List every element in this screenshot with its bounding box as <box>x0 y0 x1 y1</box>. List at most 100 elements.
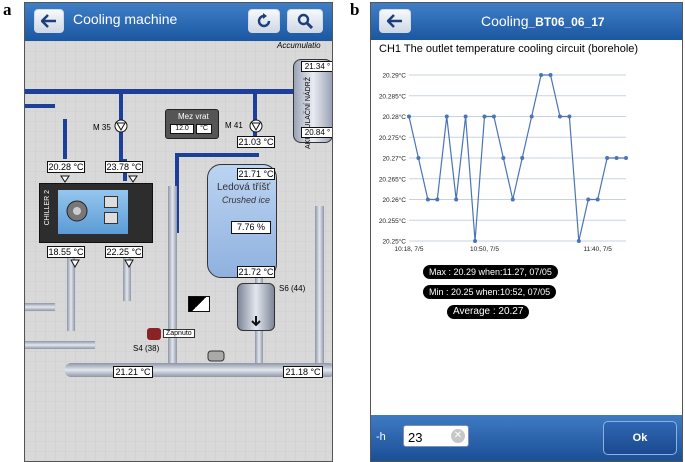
clear-icon[interactable]: ✕ <box>451 429 465 443</box>
pipe-to-tank <box>175 153 259 157</box>
setpoint-panel[interactable]: Mez vrat 12.0 °C <box>165 109 219 139</box>
data-point <box>576 239 581 243</box>
refresh-icon <box>257 13 271 28</box>
x-tick-label: 10:50, 7/5 <box>470 246 499 253</box>
pump-m35-icon[interactable] <box>114 119 128 133</box>
data-point <box>520 156 525 160</box>
chart-page-title: Cooling_BT06_06_17 <box>481 13 605 29</box>
data-point <box>605 156 610 160</box>
data-point <box>473 239 478 243</box>
setpoint-value: 12.0 <box>170 124 194 134</box>
data-point <box>416 156 421 160</box>
tank-label: AKUMULAČNÍ NÁDRŽ <box>305 77 312 149</box>
data-point <box>444 114 449 119</box>
x-tick-label: 11:40, 7/5 <box>583 246 612 253</box>
y-tick-label: 20.28°C <box>382 113 406 121</box>
ice-tank-title: Ledová tříšť <box>217 182 271 193</box>
data-point <box>454 197 459 202</box>
temp-21-72: 21.72 °C <box>237 266 275 278</box>
hours-label: -h <box>376 431 386 443</box>
temp-18-55: 18.55 °C <box>47 246 85 258</box>
y-tick-label: 20.27°C <box>382 155 406 163</box>
gray-pipe-3 <box>25 303 55 311</box>
back-button[interactable] <box>34 9 64 33</box>
data-point <box>586 197 591 202</box>
data-point <box>510 197 515 202</box>
gray-pipe-7 <box>315 206 324 376</box>
search-icon <box>297 13 313 29</box>
panel-label-b: b <box>350 0 360 19</box>
stat-min: Min : 20.25 when:10:52, 07/05 <box>423 285 557 299</box>
data-point <box>557 114 562 119</box>
stat-max: Max : 20.29 when:11.27, 07/05 <box>423 265 558 279</box>
gray-pipe-4 <box>25 341 95 349</box>
pump-m41-icon[interactable] <box>249 119 263 133</box>
tank-bottom-temp: 20.84 ° <box>301 127 332 138</box>
refresh-button[interactable] <box>248 9 280 33</box>
tank-top-temp: 21.34 ° <box>301 61 332 72</box>
header-bar: Cooling machine <box>25 3 332 41</box>
hours-input[interactable] <box>406 427 454 447</box>
temperature-line-chart: 20.29°C 20.285°C 20.28°C 20.275°C 20.27°C 20.… <box>379 72 628 253</box>
chiller-label: CHILLER 2 <box>44 190 51 226</box>
data-point <box>567 114 572 119</box>
pump-m41-label: M 41 <box>225 121 243 130</box>
data-point <box>435 197 440 202</box>
data-point <box>501 156 506 160</box>
y-tick-label: 20.265°C <box>379 175 406 183</box>
valve-down-arrow-icon <box>251 316 261 327</box>
data-point <box>407 114 411 119</box>
temp-20-28: 20.28 °C <box>47 161 85 173</box>
y-tick-label: 20.25°C <box>382 238 406 246</box>
status-badge: Zapnuto <box>163 329 195 338</box>
data-point <box>529 114 534 119</box>
chiller-switch-2 <box>104 212 118 224</box>
temp-21-21: 21.21 °C <box>113 366 153 378</box>
valve-actuator-icon[interactable] <box>188 296 210 312</box>
temp-21-18: 21.18 °C <box>283 366 323 378</box>
ice-level-percent: 7.76 % <box>231 221 271 234</box>
history-chart-screen: Cooling_BT06_06_17 CH1 The outlet temper… <box>370 2 683 462</box>
data-point <box>624 156 628 160</box>
sensor-s6-label: S6 (44) <box>279 284 306 293</box>
pipe-m41 <box>253 89 257 143</box>
chiller-unit[interactable]: CHILLER 2 <box>39 183 153 243</box>
data-point <box>614 156 619 160</box>
data-point <box>463 114 468 119</box>
data-point <box>491 114 496 119</box>
back-button-b[interactable] <box>379 9 411 33</box>
gray-pipe-5 <box>168 186 177 376</box>
process-diagram: Accumulatio 21.34 ° AKUMULAČNÍ NÁDRŽ 20.… <box>25 41 332 461</box>
pipe-left-stub <box>25 104 55 108</box>
y-tick-label: 20.255°C <box>379 217 406 225</box>
ok-button[interactable]: Ok <box>603 421 677 455</box>
panel-label-a: a <box>3 0 12 19</box>
sensor-s4-icon <box>147 328 161 340</box>
temp-21-71: 21.71 °C <box>237 168 275 180</box>
chart-title: CH1 The outlet temperature cooling circu… <box>379 43 639 55</box>
y-tick-label: 20.275°C <box>379 134 406 142</box>
accumulation-label: Accumulatio <box>277 41 321 50</box>
pump-m35-label: M 35 <box>93 123 111 132</box>
data-point <box>548 73 553 77</box>
hours-input-box[interactable]: ✕ <box>403 425 469 447</box>
y-tick-label: 20.29°C <box>382 72 406 80</box>
search-button[interactable] <box>287 9 323 33</box>
data-point <box>482 114 487 119</box>
compressor-gear-icon <box>66 200 88 222</box>
title-prefix: Cooling <box>481 13 529 29</box>
header-bar-b: Cooling_BT06_06_17 <box>371 3 682 40</box>
chiller-switch-1 <box>104 196 118 208</box>
footer-bar: -h ✕ Ok <box>371 415 682 461</box>
ice-tank-subtitle: Crushed ice <box>222 195 271 205</box>
y-tick-label: 20.26°C <box>382 196 406 204</box>
y-tick-label: 20.285°C <box>379 92 406 100</box>
setpoint-unit: °C <box>196 124 212 134</box>
data-point <box>595 197 600 202</box>
temp-21-03: 21.03 °C <box>237 136 275 148</box>
data-point <box>539 73 544 77</box>
back-arrow-icon <box>387 14 402 28</box>
main-pipe-top <box>25 89 305 94</box>
back-arrow-icon <box>41 14 56 28</box>
chiller-bottom-arrows <box>70 259 134 269</box>
